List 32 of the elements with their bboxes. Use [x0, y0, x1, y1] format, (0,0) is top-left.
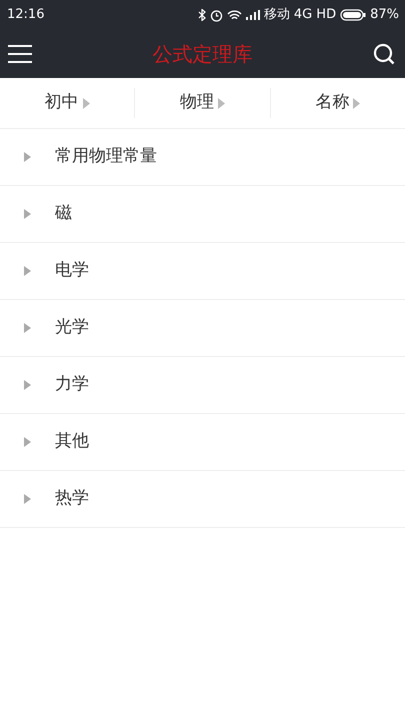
app-title: 公式定理库 [152, 41, 252, 68]
filter-dropdown[interactable]: 名称 [270, 90, 405, 116]
network-label: 4G HD [294, 6, 336, 24]
category-row[interactable]: 电学 [0, 243, 405, 300]
category-row[interactable]: 磁 [0, 186, 405, 243]
filter-dropdown[interactable]: 初中 [0, 90, 134, 116]
caret-icon [24, 152, 31, 162]
caret-icon [24, 437, 31, 447]
battery-percent: 87% [370, 6, 399, 24]
category-row[interactable]: 其他 [0, 414, 405, 471]
caret-icon [353, 98, 360, 108]
bluetooth-icon [198, 9, 206, 21]
alarm-icon [210, 8, 223, 22]
caret-icon [24, 209, 31, 219]
status-time: 12:16 [7, 6, 44, 24]
carrier-label: 移动 [264, 6, 290, 24]
search-icon[interactable] [373, 43, 395, 65]
caret-icon [24, 494, 31, 504]
menu-icon[interactable] [8, 44, 32, 64]
category-row[interactable]: 力学 [0, 357, 405, 414]
category-row[interactable]: 热学 [0, 471, 405, 528]
category-row[interactable]: 光学 [0, 300, 405, 357]
filter-dropdown[interactable]: 物理 [135, 90, 270, 116]
category-row[interactable]: 常用物理常量 [0, 129, 405, 186]
caret-icon [24, 266, 31, 276]
caret-icon [24, 380, 31, 390]
caret-icon [82, 98, 90, 108]
caret-icon [24, 323, 31, 333]
battery-icon [340, 9, 366, 21]
caret-icon [218, 98, 225, 108]
signal-icon [246, 10, 260, 20]
wifi-icon [226, 10, 242, 20]
